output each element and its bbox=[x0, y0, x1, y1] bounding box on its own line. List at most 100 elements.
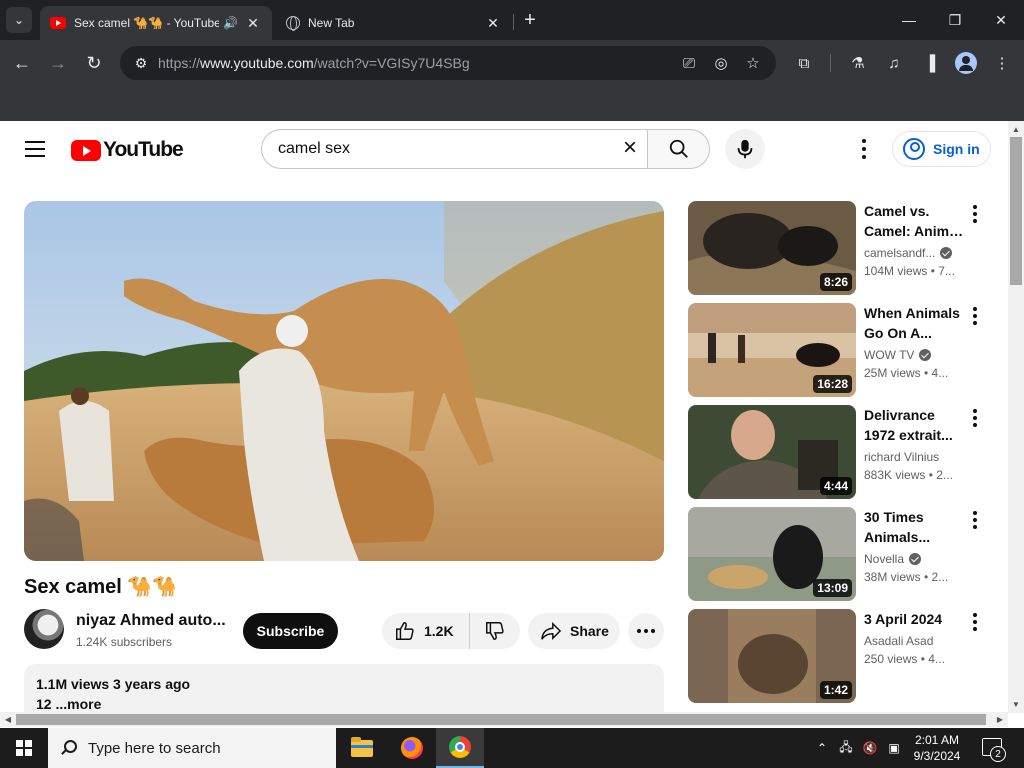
search-input[interactable]: camel sex bbox=[261, 129, 647, 169]
extensions-icon[interactable]: ⧉ bbox=[792, 51, 816, 75]
vertical-scroll-thumb[interactable] bbox=[1010, 137, 1022, 285]
tab-search-icon[interactable]: ⌄ bbox=[6, 7, 32, 33]
firefox-button[interactable] bbox=[388, 728, 436, 768]
recommendation-thumbnail[interactable]: 4:44 bbox=[688, 405, 856, 499]
recommendation-item[interactable]: 13:09 30 Times Animals... Novella 38M vie… bbox=[688, 507, 992, 601]
recommendation-channel[interactable]: camelsandf... bbox=[864, 246, 964, 260]
address-bar[interactable]: ⚙ https://www.youtube.com/watch?v=VGISy7… bbox=[120, 46, 776, 80]
chrome-button[interactable] bbox=[436, 728, 484, 768]
more-vert-icon[interactable]: ⋮ bbox=[990, 51, 1014, 75]
maximize-icon[interactable]: ❐ bbox=[932, 0, 978, 40]
notification-count: 2 bbox=[990, 746, 1006, 762]
taskbar-search[interactable]: Type here to search bbox=[48, 728, 336, 768]
recommendation-item[interactable]: 16:28 When Animals Go On A... WOW TV 25M … bbox=[688, 303, 992, 397]
browser-toolbar: ← → ↻ ⚙ https://www.youtube.com/watch?v=… bbox=[0, 40, 1024, 86]
eye-off-icon[interactable]: ◎ bbox=[710, 52, 732, 74]
more-vert-icon[interactable] bbox=[972, 613, 978, 631]
clear-search-icon[interactable]: × bbox=[618, 136, 642, 161]
verified-icon bbox=[919, 349, 932, 361]
scroll-right-icon[interactable]: ▶ bbox=[992, 712, 1008, 727]
recommendation-channel[interactable]: richard Vilnius bbox=[864, 450, 964, 464]
recommendation-meta: 883K views • 2... bbox=[864, 468, 953, 482]
thumbs-down-icon bbox=[486, 622, 504, 640]
horizontal-scroll-thumb[interactable] bbox=[16, 714, 986, 725]
recommendation-meta: 25M views • 4... bbox=[864, 366, 949, 380]
speaker-icon[interactable]: 🔊 bbox=[223, 16, 238, 30]
description-more[interactable]: 12 ...more bbox=[36, 696, 652, 712]
scroll-left-icon[interactable]: ◀ bbox=[0, 712, 16, 727]
youtube-logo[interactable]: YouTube bbox=[71, 138, 184, 162]
cast-icon[interactable]: ⎚ bbox=[678, 52, 700, 74]
share-label: Share bbox=[570, 623, 609, 639]
share-button[interactable]: Share bbox=[528, 613, 620, 649]
volume-muted-icon[interactable]: 🔇 bbox=[862, 740, 878, 756]
recommendation-thumbnail[interactable]: 1:42 bbox=[688, 609, 856, 703]
channel-name[interactable]: niyaz Ahmed auto... bbox=[76, 612, 226, 630]
recommendation-title[interactable]: 30 Times Animals... bbox=[864, 507, 966, 547]
recommendation-item[interactable]: 8:26 Camel vs. Camel: Anima... camelsandf… bbox=[688, 201, 992, 295]
media-icon[interactable]: ♫ bbox=[882, 51, 906, 75]
recommendation-channel[interactable]: Novella bbox=[864, 552, 964, 566]
forward-icon[interactable]: → bbox=[44, 49, 72, 77]
settings-more-icon[interactable] bbox=[852, 139, 876, 159]
recommendation-thumbnail[interactable]: 16:28 bbox=[688, 303, 856, 397]
recommendation-channel[interactable]: Asadali Asad bbox=[864, 634, 964, 648]
subscribe-button[interactable]: Subscribe bbox=[243, 613, 338, 649]
network-icon[interactable]: 🖧 bbox=[838, 740, 854, 756]
tab-title: Sex camel 🐪🐪 - YouTube bbox=[74, 16, 220, 30]
site-info-icon[interactable]: ⚙ bbox=[126, 55, 156, 72]
sign-in-label: Sign in bbox=[933, 141, 980, 157]
video-duration: 13:09 bbox=[813, 579, 852, 597]
like-button[interactable]: 1.2K bbox=[382, 613, 470, 649]
more-actions-icon[interactable] bbox=[628, 613, 664, 649]
video-title: Sex camel 🐪🐪 bbox=[24, 576, 178, 598]
file-explorer-button[interactable] bbox=[338, 728, 386, 768]
lab-icon[interactable]: ⚗ bbox=[846, 51, 870, 75]
close-tab-icon[interactable]: ✕ bbox=[484, 14, 502, 32]
recommendation-item[interactable]: 1:42 3 April 2024 Asadali Asad 250 views… bbox=[688, 609, 992, 703]
tab-youtube[interactable]: Sex camel 🐪🐪 - YouTube 🔊 ✕ bbox=[40, 6, 272, 40]
voice-search-button[interactable] bbox=[725, 129, 765, 169]
chevron-up-icon[interactable]: ⌃ bbox=[814, 740, 830, 756]
back-icon[interactable]: ← bbox=[8, 49, 36, 77]
recommendation-title[interactable]: Delivrance 1972 extrait... bbox=[864, 405, 966, 445]
recommendation-item[interactable]: 4:44 Delivrance 1972 extrait... richard V… bbox=[688, 405, 992, 499]
clock-time: 2:01 AM bbox=[914, 733, 960, 747]
star-icon[interactable]: ☆ bbox=[742, 52, 764, 74]
channel-avatar[interactable] bbox=[24, 609, 64, 649]
profile-icon[interactable] bbox=[955, 52, 977, 74]
scroll-down-icon[interactable]: ▼ bbox=[1008, 696, 1024, 712]
video-duration: 1:42 bbox=[819, 681, 852, 699]
recommendation-title[interactable]: Camel vs. Camel: Anima... bbox=[864, 201, 966, 241]
video-duration: 8:26 bbox=[819, 273, 852, 291]
recommendation-thumbnail[interactable]: 13:09 bbox=[688, 507, 856, 601]
video-player[interactable] bbox=[24, 201, 664, 561]
dislike-button[interactable] bbox=[470, 613, 520, 649]
close-tab-icon[interactable]: ✕ bbox=[244, 14, 262, 32]
recommendation-channel[interactable]: WOW TV bbox=[864, 348, 964, 362]
tab-new-tab[interactable]: New Tab ✕ bbox=[276, 6, 512, 40]
hamburger-icon[interactable] bbox=[25, 141, 45, 157]
recommendation-title[interactable]: When Animals Go On A... bbox=[864, 303, 966, 343]
minimize-icon[interactable]: — bbox=[886, 0, 932, 40]
search-button[interactable] bbox=[647, 129, 710, 169]
like-dislike-group: 1.2K bbox=[382, 613, 520, 649]
video-frame bbox=[24, 201, 664, 561]
system-clock[interactable]: 2:01 AM 9/3/2024 bbox=[902, 732, 972, 764]
more-vert-icon[interactable] bbox=[972, 307, 978, 325]
subscriber-count: 1.24K subscribers bbox=[76, 635, 173, 649]
plus-icon[interactable]: + bbox=[518, 8, 542, 32]
sign-in-button[interactable]: Sign in bbox=[892, 131, 991, 167]
recommendation-title[interactable]: 3 April 2024 bbox=[864, 609, 966, 629]
start-button[interactable] bbox=[0, 728, 48, 768]
url-text: https://www.youtube.com/watch?v=VGISy7U4… bbox=[158, 55, 470, 71]
reload-icon[interactable]: ↻ bbox=[80, 49, 108, 77]
more-vert-icon[interactable] bbox=[972, 409, 978, 427]
scroll-up-icon[interactable]: ▲ bbox=[1008, 121, 1024, 137]
recommendation-thumbnail[interactable]: 8:26 bbox=[688, 201, 856, 295]
side-panel-icon[interactable]: ▐ bbox=[918, 51, 942, 75]
more-vert-icon[interactable] bbox=[972, 205, 978, 223]
display-icon[interactable]: ▣ bbox=[886, 740, 902, 756]
close-window-icon[interactable]: ✕ bbox=[978, 0, 1024, 40]
more-vert-icon[interactable] bbox=[972, 511, 978, 529]
